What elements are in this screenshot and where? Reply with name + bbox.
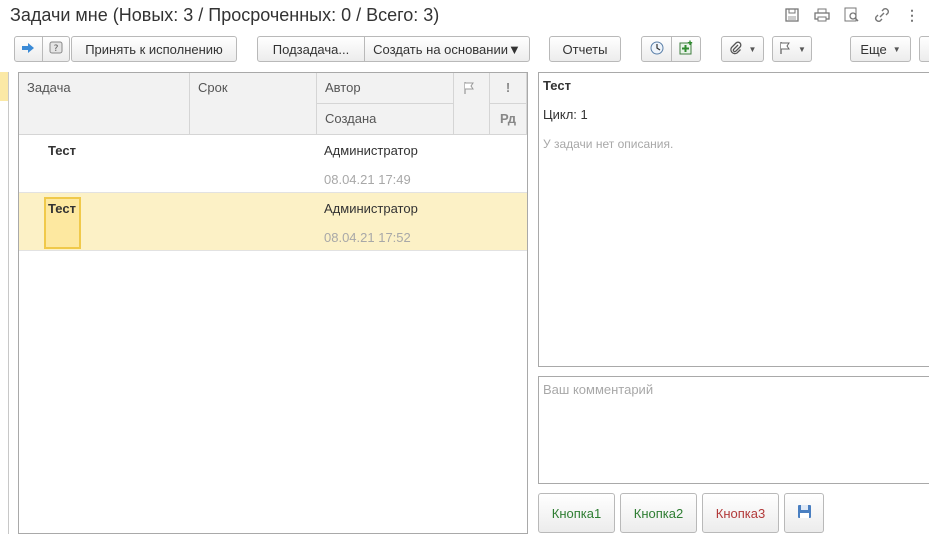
add-to-list-button[interactable]: [671, 37, 700, 61]
action-button-1-label: Кнопка1: [551, 505, 602, 521]
chevron-down-icon: ▼: [798, 44, 806, 54]
save-comment-button[interactable]: [784, 493, 824, 533]
paperclip-icon: [729, 41, 743, 58]
comment-placeholder: Ваш комментарий: [543, 382, 654, 397]
created-cell: 08.04.21 17:49: [324, 172, 411, 187]
save-icon[interactable]: [783, 6, 801, 24]
question-icon: ?: [49, 41, 63, 58]
view-button-group: [641, 36, 701, 62]
column-header-flag[interactable]: [454, 73, 490, 135]
chevron-down-icon: ▼: [508, 41, 521, 57]
arrow-right-icon: [21, 42, 35, 57]
table-row[interactable]: Тест Администратор 08.04.21 17:52: [19, 193, 527, 251]
left-panel-strip: [0, 72, 9, 534]
history-button[interactable]: [642, 37, 671, 61]
created-cell: 08.04.21 17:52: [324, 230, 411, 245]
column-header-importance[interactable]: !: [490, 73, 527, 104]
details-title: Тест: [543, 78, 571, 93]
action-button-3[interactable]: Кнопка3: [702, 493, 779, 533]
task-name-cell: Тест: [48, 201, 76, 216]
subtask-button[interactable]: Подзадача...: [258, 37, 364, 61]
action-button-2[interactable]: Кнопка2: [620, 493, 697, 533]
column-header-task[interactable]: Задача: [19, 73, 190, 135]
cycle-row: Цикл: 1: [543, 107, 588, 122]
preview-icon[interactable]: [843, 6, 861, 24]
reports-button-label: Отчеты: [562, 41, 608, 57]
clock-icon: [650, 41, 664, 58]
save-icon: [797, 504, 812, 522]
create-based-button[interactable]: Создать на основании ▼: [364, 37, 529, 61]
flag-icon: [778, 41, 792, 58]
no-description-text: У задачи нет описания.: [543, 137, 674, 151]
more-vertical-icon[interactable]: ⋮: [903, 6, 921, 24]
accept-button[interactable]: Принять к исполнению: [71, 36, 237, 62]
task-name-cell: Тест: [48, 143, 76, 158]
svg-text:?: ?: [54, 44, 59, 54]
more-button[interactable]: Еще ▼: [850, 36, 911, 62]
flag-icon: [462, 81, 476, 98]
action-button-2-label: Кнопка2: [633, 505, 684, 521]
action-button-1[interactable]: Кнопка1: [538, 493, 615, 533]
author-cell: Администратор: [324, 143, 418, 158]
task-details-panel: Тест Цикл: 1 У задачи нет описания.: [538, 72, 929, 367]
column-header-deadline[interactable]: Срок: [190, 73, 317, 135]
tasks-table: Задача Срок Автор Создана ! Рд Тест Адми…: [18, 72, 528, 534]
forward-button[interactable]: [15, 37, 42, 61]
table-row[interactable]: Тест Администратор 08.04.21 17:49: [19, 135, 527, 193]
column-header-rd[interactable]: Рд: [490, 104, 527, 135]
action-button-3-label: Кнопка3: [715, 505, 766, 521]
cycle-label: Цикл:: [543, 107, 577, 122]
comment-input[interactable]: Ваш комментарий: [538, 376, 929, 484]
more-button-label: Еще: [860, 41, 887, 57]
chevron-down-icon: ▼: [748, 44, 757, 54]
help-button-right[interactable]: [919, 36, 929, 62]
chevron-down-icon: ▼: [892, 44, 901, 54]
window-actions: ⋮: [783, 6, 921, 24]
create-button-group: Подзадача... Создать на основании ▼: [257, 36, 530, 62]
reports-button[interactable]: Отчеты: [549, 36, 621, 62]
cycle-value: 1: [580, 107, 588, 122]
page-title: Задачи мне (Новых: 3 / Просроченных: 0 /…: [10, 5, 440, 25]
flag-button[interactable]: ▼: [772, 36, 812, 62]
link-icon[interactable]: [873, 6, 891, 24]
column-header-created[interactable]: Создана: [317, 104, 454, 135]
help-button[interactable]: ?: [41, 37, 69, 61]
print-icon[interactable]: [813, 6, 831, 24]
subtask-button-label: Подзадача...: [272, 41, 350, 57]
column-header-author[interactable]: Автор: [317, 73, 454, 104]
create-based-label: Создать на основании: [373, 41, 508, 57]
attachments-button[interactable]: ▼: [721, 36, 764, 62]
add-item-icon: [678, 40, 694, 59]
nav-button-group: ?: [14, 36, 70, 62]
accept-button-label: Принять к исполнению: [85, 41, 223, 57]
left-panel-selected-item[interactable]: [0, 72, 8, 101]
author-cell: Администратор: [324, 201, 418, 216]
